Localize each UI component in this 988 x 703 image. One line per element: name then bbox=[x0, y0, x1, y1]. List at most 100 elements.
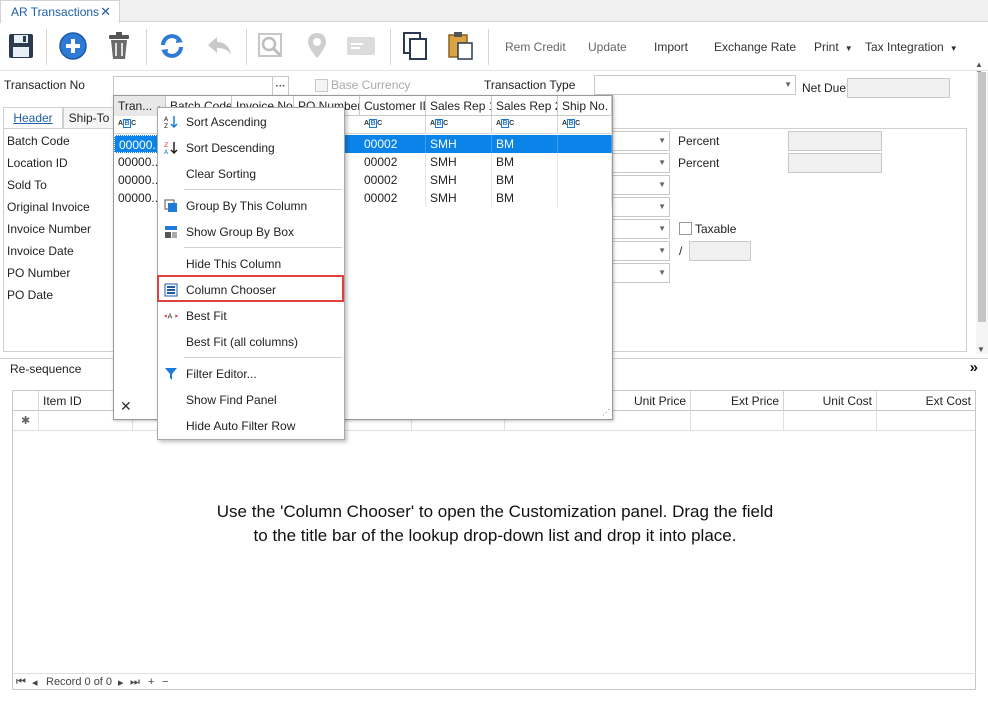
rem-credit-button[interactable]: Rem Credit bbox=[505, 40, 566, 54]
menu-item-clear-sorting[interactable]: Clear Sorting bbox=[158, 162, 344, 186]
transaction-no-label: Transaction No bbox=[4, 78, 85, 92]
lookup-col-ship-no[interactable]: Ship No. bbox=[558, 96, 612, 116]
resequence-button[interactable]: Re-sequence bbox=[10, 362, 81, 376]
text-filter-icon: ABC bbox=[364, 119, 382, 128]
scrollbar-thumb[interactable] bbox=[978, 72, 986, 322]
remove-record-icon[interactable]: − bbox=[162, 676, 168, 688]
lookup-cell: SMH bbox=[426, 171, 492, 189]
copy-icon[interactable] bbox=[400, 31, 430, 61]
col-header-ext-cost[interactable]: Ext Cost bbox=[877, 391, 975, 411]
chevron-down-icon: ▼ bbox=[844, 44, 853, 53]
menu-item-label: Best Fit (all columns) bbox=[186, 335, 299, 349]
last-record-icon[interactable]: ⏭ bbox=[130, 676, 140, 689]
base-currency-checkbox[interactable] bbox=[315, 79, 328, 92]
menu-item-label: Show Find Panel bbox=[186, 393, 277, 407]
prev-record-icon[interactable]: ◂ bbox=[32, 676, 38, 689]
sold-to-label: Sold To bbox=[7, 178, 47, 192]
expand-icon[interactable]: » bbox=[970, 359, 978, 376]
vertical-scrollbar[interactable]: ▼ bbox=[976, 72, 988, 354]
lookup-button[interactable]: ··· bbox=[272, 77, 288, 95]
import-button[interactable]: Import bbox=[654, 40, 688, 54]
resize-grip-icon[interactable]: ⋰ bbox=[602, 408, 610, 417]
chevron-down-icon: ▼ bbox=[658, 180, 666, 189]
tab-ship-to-label: Ship-To bbox=[68, 111, 110, 125]
menu-item-best-fit[interactable]: A Best Fit bbox=[158, 304, 344, 328]
search-icon[interactable] bbox=[256, 31, 286, 61]
lookup-col-sales-rep-2[interactable]: Sales Rep 2 bbox=[492, 96, 558, 116]
add-icon[interactable] bbox=[58, 31, 88, 61]
toolbar-separator bbox=[46, 29, 47, 65]
undo-icon[interactable] bbox=[205, 31, 235, 61]
tab-header[interactable]: Header bbox=[3, 107, 63, 129]
taxable-checkbox[interactable] bbox=[679, 222, 692, 235]
batch-code-label: Batch Code bbox=[7, 134, 70, 148]
refresh-icon[interactable] bbox=[157, 31, 187, 61]
menu-item-hide-column[interactable]: Hide This Column bbox=[158, 252, 344, 276]
menu-item-hide-auto-filter-row[interactable]: Hide Auto Filter Row bbox=[158, 414, 344, 438]
row-indicator-header bbox=[13, 391, 39, 411]
update-button[interactable]: Update bbox=[588, 40, 627, 54]
record-navigator: ⏮ ◂ Record 0 of 0 ▸ ⏭ + − bbox=[12, 673, 976, 691]
lookup-col-sales-rep-1[interactable]: Sales Rep 1 bbox=[426, 96, 492, 116]
transaction-no-input[interactable]: ··· bbox=[113, 76, 289, 96]
toolbar-separator bbox=[488, 29, 489, 65]
menu-item-label: Hide This Column bbox=[186, 257, 282, 271]
close-tab-icon[interactable]: ✕ bbox=[100, 4, 111, 20]
rate-field bbox=[689, 241, 751, 261]
instruction-line-1: Use the 'Column Chooser' to open the Cus… bbox=[216, 502, 774, 521]
col-header-ext-price[interactable]: Ext Price bbox=[691, 391, 784, 411]
grid-cell[interactable] bbox=[691, 411, 784, 431]
tab-ship-to[interactable]: Ship-To bbox=[63, 107, 115, 129]
filter-cell[interactable]: ABC bbox=[558, 116, 612, 134]
svg-text:A: A bbox=[168, 313, 173, 321]
first-record-icon[interactable]: ⏮ bbox=[16, 676, 26, 689]
menu-item-show-group-by-box[interactable]: Show Group By Box bbox=[158, 220, 344, 244]
menu-item-sort-descending[interactable]: ZA Sort Descending bbox=[158, 136, 344, 160]
print-button[interactable]: Print ▼ bbox=[814, 40, 853, 54]
location-pin-icon[interactable] bbox=[302, 31, 332, 61]
delete-icon[interactable] bbox=[104, 31, 134, 61]
menu-item-label: Sort Descending bbox=[186, 141, 275, 155]
lookup-cell bbox=[558, 171, 612, 189]
card-icon[interactable] bbox=[346, 31, 376, 61]
lookup-cell: 00002 bbox=[360, 135, 426, 153]
lookup-col-customer-id[interactable]: Customer ID bbox=[360, 96, 426, 116]
group-box-icon bbox=[164, 225, 178, 239]
chevron-down-icon: ▼ bbox=[658, 246, 666, 255]
menu-item-sort-ascending[interactable]: AZ Sort Ascending bbox=[158, 110, 344, 134]
menu-item-show-find-panel[interactable]: Show Find Panel bbox=[158, 388, 344, 412]
col-header-unit-cost[interactable]: Unit Cost bbox=[784, 391, 877, 411]
toolbar-separator bbox=[390, 29, 391, 65]
menu-item-label: Group By This Column bbox=[186, 199, 308, 213]
chevron-down-icon: ▼ bbox=[658, 268, 666, 277]
scroll-down-icon[interactable]: ▼ bbox=[977, 345, 985, 354]
location-id-label: Location ID bbox=[7, 156, 68, 170]
paste-icon[interactable] bbox=[446, 31, 476, 61]
svg-text:A: A bbox=[164, 149, 169, 155]
save-icon[interactable] bbox=[6, 31, 36, 61]
lookup-cell: SMH bbox=[426, 153, 492, 171]
menu-item-best-fit-all[interactable]: Best Fit (all columns) bbox=[158, 330, 344, 354]
filter-cell[interactable]: ABC bbox=[426, 116, 492, 134]
menu-item-group-by-column[interactable]: Group By This Column bbox=[158, 194, 344, 218]
grid-cell[interactable] bbox=[784, 411, 877, 431]
exchange-rate-button[interactable]: Exchange Rate bbox=[714, 40, 796, 54]
filter-cell[interactable]: ABC bbox=[360, 116, 426, 134]
toolbar-separator bbox=[246, 29, 247, 65]
add-record-icon[interactable]: + bbox=[148, 676, 154, 688]
menu-item-filter-editor[interactable]: Filter Editor... bbox=[158, 362, 344, 386]
col-label: Tran... bbox=[118, 99, 153, 113]
invoice-date-label: Invoice Date bbox=[7, 244, 74, 258]
next-record-icon[interactable]: ▸ bbox=[118, 676, 124, 689]
lookup-cell: 00002 bbox=[360, 153, 426, 171]
close-icon[interactable]: ✕ bbox=[120, 398, 132, 415]
tab-ar-transactions[interactable]: AR Transactions ✕ bbox=[0, 0, 120, 23]
text-filter-icon: ABC bbox=[562, 119, 580, 128]
menu-separator bbox=[184, 357, 342, 358]
tax-integration-label: Tax Integration bbox=[865, 40, 944, 54]
transaction-type-select[interactable]: ▼ bbox=[594, 75, 796, 95]
filter-cell[interactable]: ABC bbox=[492, 116, 558, 134]
lookup-cell: SMH bbox=[426, 135, 492, 153]
toolbar-scroll-icon[interactable]: ▲▼ bbox=[975, 60, 985, 78]
tax-integration-button[interactable]: Tax Integration ▼ bbox=[865, 40, 958, 54]
